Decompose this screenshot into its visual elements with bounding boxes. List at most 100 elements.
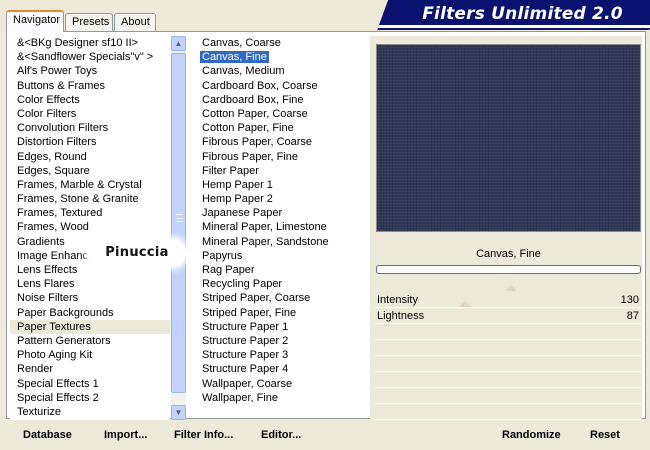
tab-about[interactable]: About [114,13,156,31]
filter-item[interactable]: Papyrus [196,249,366,263]
progress-bar [376,265,641,274]
category-item[interactable]: Buttons & Frames [10,79,170,93]
filters-unlimited-window: Navigator Presets About Filters Unlimite… [0,0,650,450]
slider-intensity[interactable]: Intensity 130 [375,285,641,308]
category-item[interactable]: Texturize [10,405,170,419]
filter-item[interactable]: Cardboard Box, Coarse [196,79,366,93]
filter-item-label: Cotton Paper, Fine [202,122,294,135]
filter-item[interactable]: Striped Paper, Coarse [196,291,366,305]
slider-empty [375,324,641,340]
slider-value: 87 [626,310,639,322]
editor-button[interactable]: Editor... [261,427,301,443]
filter-item[interactable]: Canvas, Fine [196,50,366,65]
filter-item[interactable]: Mineral Paper, Limestone [196,220,366,234]
slider-value: 130 [620,294,639,306]
slider-empty [375,340,641,356]
filter-item[interactable]: Wallpaper, Coarse [196,377,366,391]
filter-item[interactable]: Rag Paper [196,263,366,277]
filter-item[interactable]: Mineral Paper, Sandstone [196,235,366,249]
tab-presets[interactable]: Presets [65,13,113,31]
filter-item[interactable]: Wallpaper, Fine [196,391,366,405]
slider-empty [375,404,641,420]
slider-marker [459,301,472,307]
category-item[interactable]: Convolution Filters [10,121,170,135]
filter-item-label: Mineral Paper, Sandstone [202,235,329,248]
filter-item-label: Fibrous Paper, Fine [202,150,298,163]
reset-button[interactable]: Reset [590,427,620,443]
filter-info-button[interactable]: Filter Info... [174,427,233,443]
randomize-button[interactable]: Randomize [502,427,561,443]
category-item[interactable]: Edges, Square [10,164,170,178]
filter-item-label: Rag Paper [202,264,255,276]
filter-item-label: Cardboard Box, Fine [202,93,304,106]
filter-item[interactable]: Filter Paper [196,164,366,178]
filter-item[interactable]: Canvas, Coarse [196,36,366,50]
filter-item-label: Cotton Paper, Coarse [202,107,308,120]
category-item[interactable]: Frames, Textured [10,206,170,220]
import-button[interactable]: Import... [104,427,147,443]
filter-item-label: Striped Paper, Fine [202,306,297,319]
filter-item-label: Canvas, Fine [199,50,270,65]
filter-item[interactable]: Hemp Paper 2 [196,192,366,206]
filter-item[interactable]: Fibrous Paper, Fine [196,150,366,164]
scroll-down-button[interactable]: ▼ [171,405,186,420]
category-item[interactable]: Special Effects 1 [10,377,170,391]
slider-empty [375,388,641,404]
scroll-up-button[interactable]: ▲ [171,36,186,51]
filter-item-label: Structure Paper 1 [202,320,289,333]
filter-list[interactable]: Canvas, Coarse Canvas, Fine Canvas, Medium… [196,36,366,420]
category-scrollbar[interactable]: ▲ ▼ [171,36,186,420]
filter-item-label: Hemp Paper 1 [202,178,273,191]
category-item[interactable]: Distortion Filters [10,135,170,149]
category-item[interactable]: Alf's Power Toys [10,64,170,78]
filter-item[interactable]: Structure Paper 2 [196,334,366,348]
filter-item-label: Structure Paper 3 [202,349,289,362]
filter-item[interactable]: Cotton Paper, Fine [196,121,366,135]
database-button[interactable]: Database [23,427,72,443]
category-item[interactable]: Paper Backgrounds [10,306,170,320]
app-title: Filters Unlimited 2.0 [422,4,623,24]
filter-item-label: Striped Paper, Coarse [202,292,311,305]
scroll-thumb[interactable] [171,53,186,393]
filter-item[interactable]: Cotton Paper, Coarse [196,107,366,121]
category-item[interactable]: Frames, Wood [10,220,170,234]
slider-label: Intensity [377,294,418,306]
filter-item[interactable]: Recycling Paper [196,277,366,291]
chevron-down-icon: ▼ [174,408,183,417]
filter-item-label: Fibrous Paper, Coarse [202,136,313,149]
slider-marker [504,285,517,291]
filter-item[interactable]: Structure Paper 3 [196,348,366,362]
category-item[interactable]: Photo Aging Kit [10,348,170,362]
filter-item[interactable]: Structure Paper 4 [196,362,366,376]
filter-item[interactable]: Fibrous Paper, Coarse [196,135,366,149]
category-list[interactable]: &<BKg Designer sf10 II> &<Sandflower Spec… [10,36,170,420]
filter-item-label: Cardboard Box, Coarse [202,79,318,92]
filter-item[interactable]: Structure Paper 1 [196,320,366,334]
slider-empty [375,372,641,388]
category-item[interactable]: Color Effects [10,93,170,107]
current-filter-name: Canvas, Fine [476,248,541,260]
category-item[interactable]: Frames, Marble & Crystal [10,178,170,192]
filter-item-label: Canvas, Medium [202,65,285,78]
slider-lightness[interactable]: Lightness 87 [375,301,641,324]
filter-item[interactable]: Hemp Paper 1 [196,178,366,192]
category-item[interactable]: Frames, Stone & Granite [10,192,170,206]
filter-item[interactable]: Cardboard Box, Fine [196,93,366,107]
slider-label: Lightness [377,310,425,322]
category-item[interactable]: Pattern Generators [10,334,170,348]
category-item[interactable]: &<BKg Designer sf10 II> [10,36,170,50]
filter-item-label: Mineral Paper, Limestone [202,221,327,234]
category-item[interactable]: Special Effects 2 [10,391,170,405]
category-item[interactable]: Noise Filters [10,291,170,305]
filter-item[interactable]: Striped Paper, Fine [196,306,366,320]
filter-item[interactable]: Canvas, Medium [196,64,366,78]
category-item[interactable]: Paper Textures [10,319,170,334]
category-item[interactable]: Lens Flares [10,277,170,291]
category-item[interactable]: Render [10,362,170,376]
category-item[interactable]: Color Filters [10,107,170,121]
tab-navigator[interactable]: Navigator [6,10,64,32]
filter-item[interactable]: Japanese Paper [196,206,366,220]
filter-item-label: Japanese Paper [202,207,283,220]
category-item[interactable]: Edges, Round [10,150,170,164]
category-item[interactable]: &<Sandflower Specials"v" > [10,50,170,64]
